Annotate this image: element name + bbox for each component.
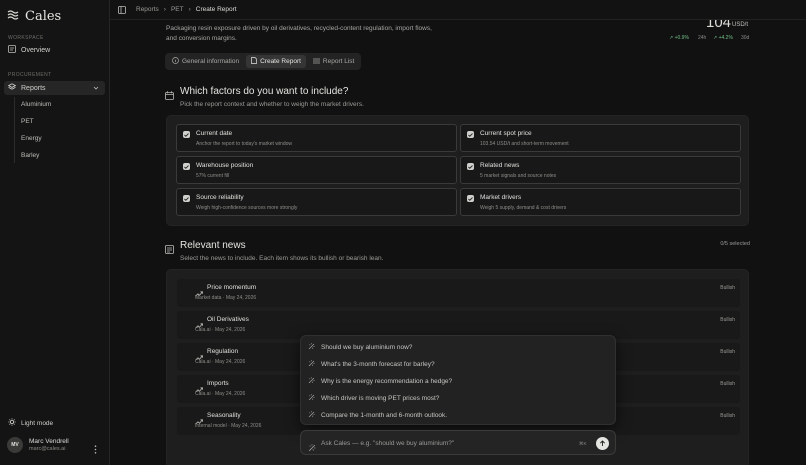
spot-price: 104 xyxy=(706,20,732,31)
breadcrumb-current: Create Report xyxy=(195,6,237,13)
suggestion-item[interactable]: What's the 3-month forecast for barley? xyxy=(308,359,435,370)
layers-icon xyxy=(7,83,17,93)
sparkle-icon xyxy=(308,377,315,386)
light-mode-toggle[interactable]: Light mode xyxy=(8,418,53,428)
sidebar-item-label: Overview xyxy=(21,46,51,54)
user-name: Marc Vendrell xyxy=(29,438,69,445)
checkbox-checked-icon[interactable] xyxy=(183,163,190,170)
news-subtitle: Select the news to include. Each item sh… xyxy=(180,255,384,262)
factors-subtitle: Pick the report context and whether to w… xyxy=(180,101,364,108)
tab-general-information[interactable]: General information xyxy=(167,55,244,68)
sun-icon xyxy=(8,418,16,428)
sidebar-item-pet[interactable]: PET xyxy=(21,118,34,125)
sidebar: Cales WORKSPACE Overview PROCUREMENT Rep… xyxy=(0,0,110,465)
ask-placeholder: Ask Cales — e.g. "should we buy aluminiu… xyxy=(321,440,455,447)
waves-logo-icon xyxy=(7,7,19,25)
user-email: marc@cales.ai xyxy=(29,446,66,452)
breadcrumb-reports[interactable]: Reports xyxy=(136,6,159,13)
tab-report-list[interactable]: Report List xyxy=(308,55,359,68)
sparkle-icon xyxy=(308,411,315,420)
factors-panel: Current date Anchor the report to today'… xyxy=(166,115,749,226)
factor-related-news[interactable]: Related news 5 market signals and source… xyxy=(460,156,741,184)
change-30d: ↗ +4.2% xyxy=(713,35,733,41)
arrow-up-icon xyxy=(599,440,606,446)
sidebar-item-overview[interactable]: Overview xyxy=(4,43,105,57)
lean-badge: Bullish xyxy=(720,413,735,419)
checkbox-checked-icon[interactable] xyxy=(183,131,190,138)
breadcrumb-separator: › xyxy=(163,6,166,13)
submenu-guide xyxy=(14,97,15,163)
newspaper-icon xyxy=(165,241,174,259)
suggestions-popup: Should we buy aluminium now? What's the … xyxy=(300,335,616,425)
change-24h: ↗ +0.9% xyxy=(669,35,689,41)
sparkle-icon xyxy=(308,394,315,403)
breadcrumb-pet[interactable]: PET xyxy=(171,6,184,13)
calendar-icon xyxy=(165,87,174,105)
breadcrumb-separator: › xyxy=(188,6,191,13)
factor-warehouse-position[interactable]: Warehouse position 57% current fill xyxy=(176,156,457,184)
tab-bar: General information Create Report Report… xyxy=(165,53,362,70)
sidebar-item-aluminium[interactable]: Aluminium xyxy=(21,101,51,108)
lean-badge: Bullish xyxy=(720,349,735,355)
sidebar-item-reports[interactable]: Reports xyxy=(4,81,105,95)
sidebar-item-barley[interactable]: Barley xyxy=(21,152,39,159)
app-name: Cales xyxy=(25,8,62,24)
overview-icon xyxy=(8,45,16,55)
news-title: Relevant news xyxy=(180,240,246,251)
change-30d-label: 30d xyxy=(741,35,750,41)
chevron-down-icon xyxy=(93,85,99,93)
suggestion-item[interactable]: Should we buy aluminium now? xyxy=(308,342,412,353)
user-profile[interactable]: MV Marc Vendrell marc@cales.ai xyxy=(7,437,69,453)
list-icon xyxy=(312,58,320,66)
sidebar-toggle-icon[interactable] xyxy=(118,1,126,19)
send-button[interactable] xyxy=(596,437,609,450)
factor-source-reliability[interactable]: Source reliability Weigh high-confidence… xyxy=(176,188,457,216)
news-selected-count: 0/5 selected xyxy=(720,241,750,247)
sparkle-icon xyxy=(308,360,315,369)
commodity-description: Packaging resin exposure driven by oil d… xyxy=(166,25,432,42)
news-item-price-momentum[interactable]: Price momentum Market data · May 24, 202… xyxy=(177,279,740,307)
sidebar-item-energy[interactable]: Energy xyxy=(21,135,42,142)
keyboard-shortcut: ⌘K xyxy=(579,441,587,446)
price-unit: USD/t xyxy=(732,22,749,28)
factor-current-date[interactable]: Current date Anchor the report to today'… xyxy=(176,124,457,152)
factors-title: Which factors do you want to include? xyxy=(180,86,349,97)
topbar: Reports › PET › Create Report xyxy=(110,0,806,20)
sparkle-icon xyxy=(308,439,316,457)
workspace-label: WORKSPACE xyxy=(8,35,44,41)
procurement-label: PROCUREMENT xyxy=(8,72,52,78)
ask-input[interactable]: Ask Cales — e.g. "should we buy aluminiu… xyxy=(300,430,616,455)
info-icon xyxy=(172,57,179,66)
lean-badge: Bullish xyxy=(720,285,735,291)
checkbox-checked-icon[interactable] xyxy=(467,131,474,138)
brand[interactable]: Cales xyxy=(7,7,61,25)
avatar: MV xyxy=(7,437,23,453)
change-24h-label: 24h xyxy=(698,35,707,41)
checkbox-checked-icon[interactable] xyxy=(467,163,474,170)
sidebar-item-label: Reports xyxy=(21,84,46,92)
factor-current-spot-price[interactable]: Current spot price 103.54 USD/t and shor… xyxy=(460,124,741,152)
lean-badge: Bullish xyxy=(720,381,735,387)
suggestion-item[interactable]: Why is the energy recommendation a hedge… xyxy=(308,376,452,387)
suggestion-item[interactable]: Compare the 1-month and 6-month outlook. xyxy=(308,410,447,421)
tab-create-report[interactable]: Create Report xyxy=(246,55,306,68)
suggestion-item[interactable]: Which driver is moving PET prices most? xyxy=(308,393,439,404)
lean-badge: Bullish xyxy=(720,317,735,323)
checkbox-checked-icon[interactable] xyxy=(467,195,474,202)
sparkle-icon xyxy=(308,343,315,352)
breadcrumb: Reports › PET › Create Report xyxy=(136,6,237,13)
factor-market-drivers[interactable]: Market drivers Weigh 5 supply, demand & … xyxy=(460,188,741,216)
document-icon xyxy=(251,57,257,66)
more-options-icon[interactable] xyxy=(94,441,97,459)
light-mode-label: Light mode xyxy=(21,419,54,427)
checkbox-checked-icon[interactable] xyxy=(183,195,190,202)
